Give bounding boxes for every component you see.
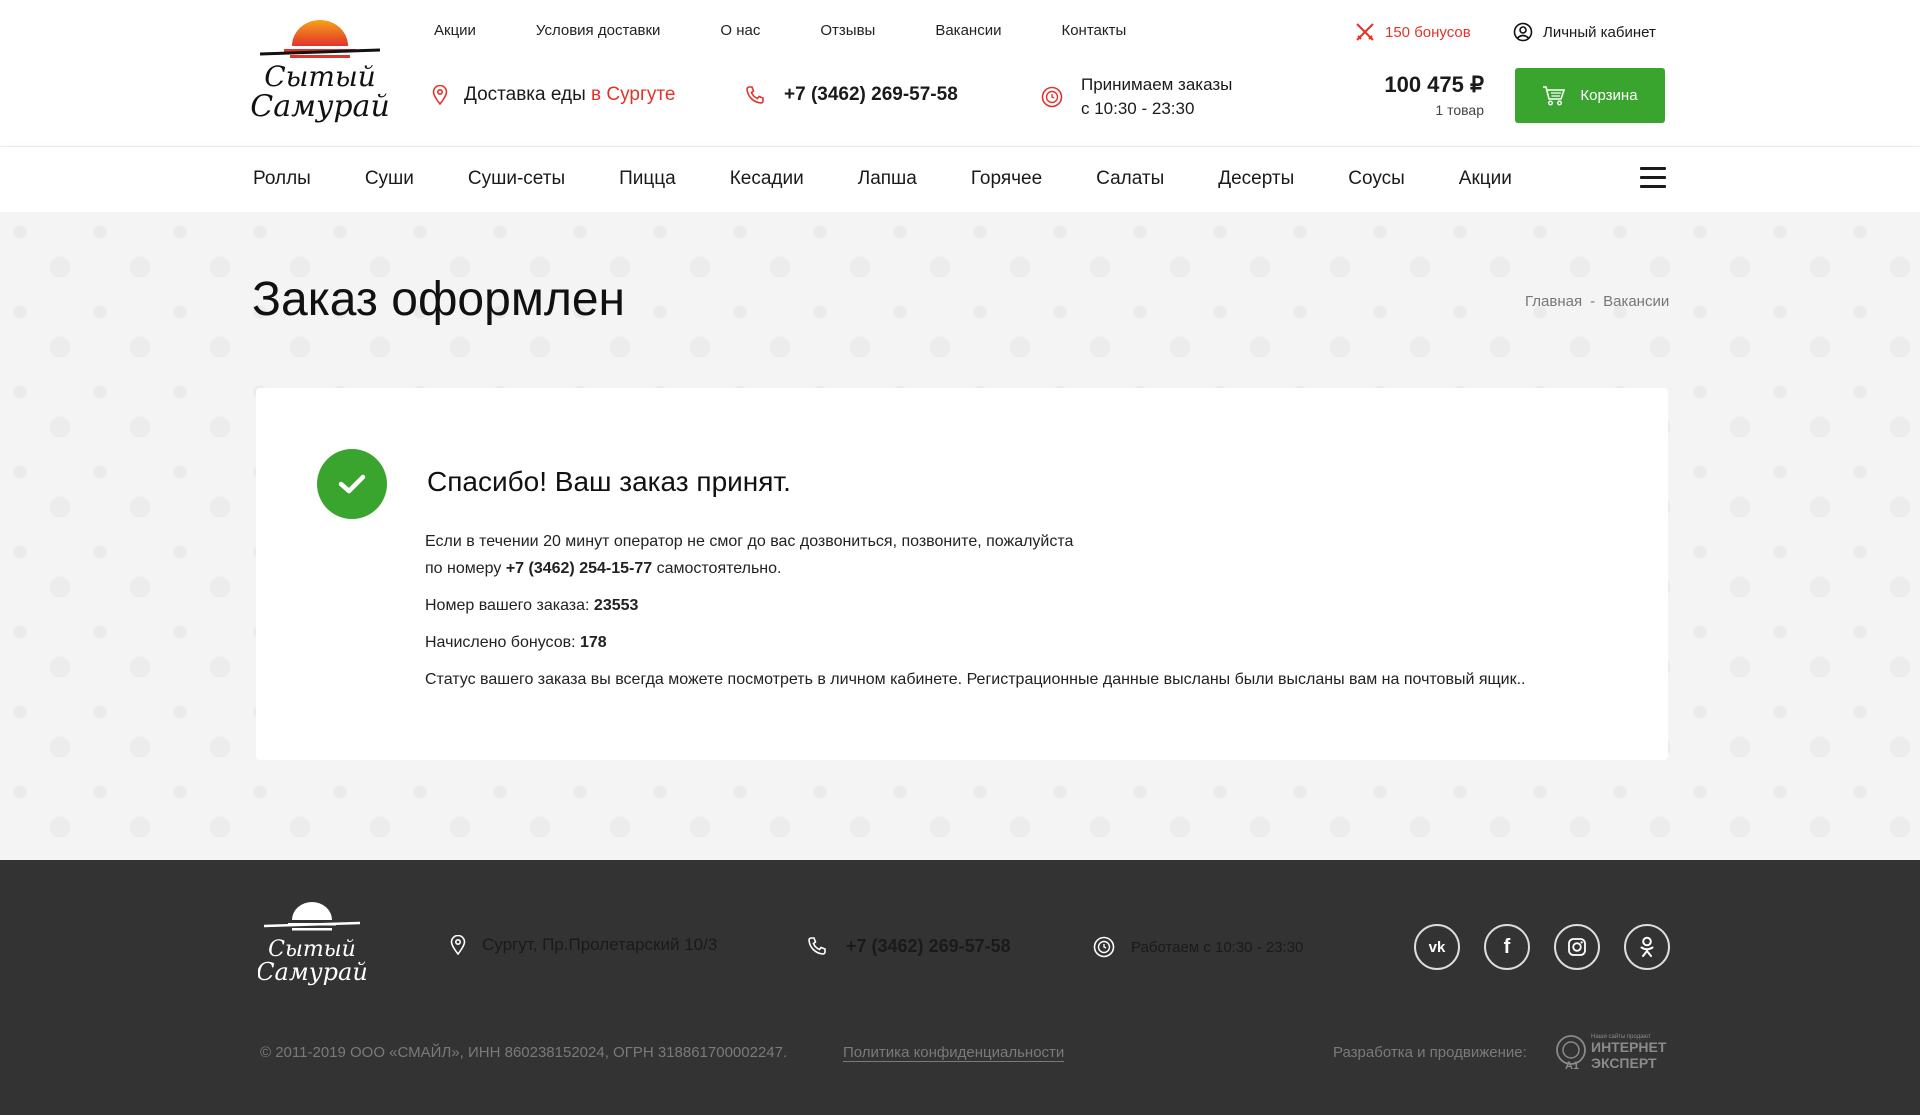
phone-number: +7 (3462) 269-57-58 <box>784 84 958 105</box>
order-number-value: 23553 <box>593 597 639 614</box>
svg-text:Самурай: Самурай <box>250 89 390 124</box>
top-navigation: Акции Условия доставки О нас Отзывы Вака… <box>434 22 1186 39</box>
order-hours: Принимаем заказы с 10:30 - 23:30 <box>1041 73 1232 121</box>
delivery-prefix: Доставка еды <box>464 84 586 105</box>
svg-text:Самурай: Самурай <box>258 958 366 986</box>
bonus-accrued: Начислено бонусов: 178 <box>425 629 607 656</box>
call-phone[interactable]: +7 (3462) 254-15-77 <box>506 560 652 577</box>
category-promotions[interactable]: Акции <box>1459 168 1512 190</box>
topnav-reviews[interactable]: Отзывы <box>820 22 875 39</box>
delivery-city[interactable]: Доставка еды в Сургуте <box>432 84 675 106</box>
category-nav: Роллы Суши Суши-сеты Пицца Кесадии Лапша… <box>0 147 1920 212</box>
hours-text: Принимаем заказы с 10:30 - 23:30 <box>1081 73 1232 121</box>
page-title: Заказ оформлен <box>252 273 626 326</box>
clock-icon <box>1041 86 1063 108</box>
order-number: Номер вашего заказа: 23553 <box>425 592 638 619</box>
call-notice-line2: по номеру +7 (3462) 254-15-77 самостояте… <box>425 555 1073 582</box>
category-pizza[interactable]: Пицца <box>619 168 676 190</box>
cart-button-label: Корзина <box>1580 87 1638 104</box>
account-label: Личный кабинет <box>1543 23 1656 41</box>
footer-phone-number: +7 (3462) 269-57-58 <box>846 935 1011 956</box>
topnav-vacancies[interactable]: Вакансии <box>935 22 1001 39</box>
category-list: Роллы Суши Суши-сеты Пицца Кесадии Лапша… <box>253 168 1566 190</box>
breadcrumb-separator: - <box>1590 293 1596 310</box>
call-notice-line1: Если в течении 20 минут оператор не смог… <box>425 533 1074 550</box>
cart-button[interactable]: Корзина <box>1515 68 1665 123</box>
category-hot[interactable]: Горячее <box>971 168 1042 190</box>
logo[interactable]: Сытый Самурай <box>250 12 390 130</box>
dev-logo-line1: ИНТЕРНЕТ <box>1591 1039 1667 1055</box>
breadcrumb-home[interactable]: Главная <box>1525 293 1582 310</box>
footer-address-text: Сургут, Пр.Пролетарский 10/3 <box>482 935 718 954</box>
account-link[interactable]: Личный кабинет <box>1513 22 1656 42</box>
dev-logo-line2: ЭКСПЕРТ <box>1591 1055 1657 1071</box>
clock-icon <box>1093 936 1115 958</box>
footer-phone[interactable]: +7 (3462) 269-57-58 <box>806 935 1011 957</box>
menu-icon[interactable] <box>1640 167 1666 189</box>
phone-icon <box>808 937 826 955</box>
delivery-text: Доставка еды в Сургуте <box>464 84 675 106</box>
user-icon <box>1513 22 1533 42</box>
category-rolls[interactable]: Роллы <box>253 168 311 190</box>
order-number-label: Номер вашего заказа: <box>425 597 590 614</box>
bonus-accrued-value: 178 <box>579 634 607 651</box>
header-phone[interactable]: +7 (3462) 269-57-58 <box>744 84 958 106</box>
call-notice: Если в течении 20 минут оператор не смог… <box>425 528 1073 582</box>
svg-text:А1: А1 <box>1565 1060 1579 1072</box>
instagram-icon[interactable] <box>1554 924 1600 970</box>
cart-icon <box>1543 85 1566 106</box>
hours-line1: Принимаем заказы <box>1081 75 1233 94</box>
breadcrumb-current[interactable]: Вакансии <box>1603 293 1669 310</box>
developer-logo[interactable]: А1 Наши сайты продают ИНТЕРНЕТ ЭКСПЕРТ <box>1555 1030 1670 1072</box>
swords-icon <box>1356 23 1374 41</box>
topnav-promotions[interactable]: Акции <box>434 22 476 39</box>
call-prefix: по номеру <box>425 560 502 577</box>
category-noodles[interactable]: Лапша <box>858 168 917 190</box>
developer-label: Разработка и продвижение: <box>1333 1044 1527 1061</box>
topnav-delivery-terms[interactable]: Условия доставки <box>536 22 660 39</box>
category-desserts[interactable]: Десерты <box>1218 168 1294 190</box>
category-sushi-sets[interactable]: Суши-сеты <box>468 168 565 190</box>
odnoklassniki-icon[interactable] <box>1624 924 1670 970</box>
social-links: vk f <box>1414 924 1670 970</box>
category-sauces[interactable]: Соусы <box>1348 168 1405 190</box>
bonus-accrued-label: Начислено бонусов: <box>425 634 576 651</box>
checkmark-icon <box>317 449 387 519</box>
copyright: © 2011-2019 ООО «СМАЙЛ», ИНН 86023815202… <box>260 1044 788 1061</box>
facebook-icon[interactable]: f <box>1484 924 1530 970</box>
order-status-note: Статус вашего заказа вы всегда можете по… <box>425 671 1526 688</box>
cart-summary[interactable]: 100 475 ₽ 1 товар <box>1380 72 1484 118</box>
breadcrumb: Главная - Вакансии <box>1525 293 1669 310</box>
call-suffix: самостоятельно. <box>656 560 782 577</box>
phone-icon <box>746 86 764 104</box>
bonus-count: 150 бонусов <box>1385 23 1471 41</box>
footer-hours: Работаем с 10:30 - 23:30 <box>1093 936 1303 958</box>
category-quesadillas[interactable]: Кесадии <box>730 168 804 190</box>
bonus-link[interactable]: 150 бонусов <box>1355 22 1471 42</box>
category-salads[interactable]: Салаты <box>1096 168 1164 190</box>
footer-hours-text: Работаем с 10:30 - 23:30 <box>1131 938 1304 956</box>
footer-logo[interactable]: Сытый Самурай <box>256 898 368 990</box>
cart-count: 1 товар <box>1435 102 1484 118</box>
topnav-contacts[interactable]: Контакты <box>1061 22 1126 39</box>
delivery-city-name[interactable]: в Сургуте <box>591 84 675 105</box>
cart-sum: 100 475 ₽ <box>1384 72 1484 97</box>
privacy-policy-link[interactable]: Политика конфиденциальности <box>843 1044 1065 1062</box>
footer-address: Сургут, Пр.Пролетарский 10/3 <box>450 935 717 955</box>
topnav-about[interactable]: О нас <box>720 22 760 39</box>
thanks-heading: Спасибо! Ваш заказ принят. <box>427 466 791 497</box>
location-pin-icon <box>432 85 448 105</box>
hours-line2: с 10:30 - 23:30 <box>1081 99 1195 118</box>
category-sushi[interactable]: Суши <box>365 168 414 190</box>
vk-icon[interactable]: vk <box>1414 924 1460 970</box>
location-pin-icon <box>450 935 466 955</box>
